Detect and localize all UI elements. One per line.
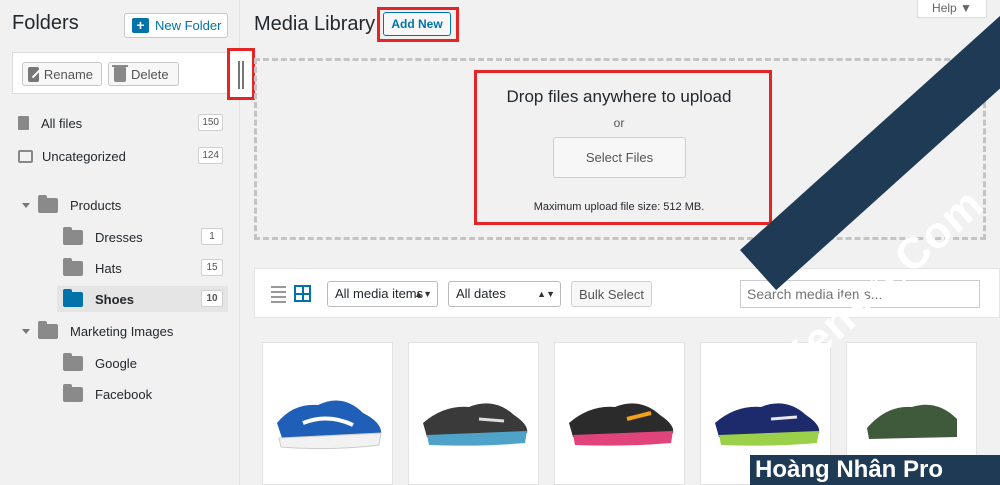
sidebar-item-uncategorized[interactable]: Uncategorized 124 — [18, 143, 223, 169]
folder-icon — [38, 194, 58, 213]
folder-label: Facebook — [95, 386, 153, 402]
pencil-icon — [28, 66, 39, 82]
folder-icon — [63, 288, 83, 307]
all-files-count: 150 — [198, 114, 223, 131]
media-type-value: All media items — [335, 286, 424, 301]
media-type-select[interactable]: All media items ▲▼ — [327, 281, 438, 307]
plus-icon: + — [132, 18, 149, 33]
delete-button[interactable]: Delete — [108, 62, 179, 86]
shoe-image — [423, 403, 528, 446]
folder-label: Dresses — [95, 229, 143, 245]
folder-label: Marketing Images — [70, 323, 174, 339]
folder-dresses[interactable]: Dresses 1 — [63, 224, 223, 250]
shoe-image — [569, 403, 674, 446]
watermark-bottom: Hoàng Nhân Pro — [750, 455, 1000, 485]
grip-line — [242, 61, 244, 89]
delete-label: Delete — [131, 66, 169, 82]
dates-select[interactable]: All dates ▲▼ — [448, 281, 561, 307]
folder-label: Hats — [95, 260, 122, 276]
sidebar-resize-handle[interactable] — [227, 48, 255, 100]
drop-title: Drop files anywhere to upload — [506, 87, 732, 106]
folders-sidebar: Folders + New Folder Rename Delete All f… — [0, 0, 240, 485]
folder-icon — [63, 226, 83, 245]
folder-label: Products — [70, 197, 122, 213]
grid-view-icon[interactable] — [294, 285, 311, 302]
select-files-button[interactable]: Select Files — [553, 137, 686, 178]
folder-icon — [38, 320, 58, 339]
rename-button[interactable]: Rename — [22, 62, 102, 86]
uncategorized-count: 124 — [198, 147, 223, 164]
inbox-icon — [18, 149, 33, 163]
sidebar-title: Folders — [12, 12, 79, 34]
folder-shoes[interactable]: Shoes 10 — [57, 286, 228, 312]
all-files-label: All files — [41, 115, 83, 131]
media-thumbnail[interactable] — [554, 342, 685, 485]
folder-icon — [63, 257, 83, 276]
grip-line — [238, 61, 240, 89]
media-thumbnail[interactable] — [262, 342, 393, 485]
file-icon — [18, 116, 29, 130]
bulk-select-button[interactable]: Bulk Select — [571, 281, 652, 307]
help-tab[interactable]: Help ▼ — [917, 0, 987, 18]
folder-hats[interactable]: Hats 15 — [63, 255, 223, 281]
media-thumbnail[interactable] — [408, 342, 539, 485]
folder-marketing-images[interactable]: Marketing Images — [22, 318, 227, 344]
drop-or: or — [613, 116, 625, 130]
folder-label: Shoes — [95, 291, 135, 307]
folder-facebook[interactable]: Facebook — [63, 381, 223, 407]
add-new-button[interactable]: Add New — [383, 12, 451, 36]
folder-icon — [63, 352, 83, 371]
folder-icon — [63, 383, 83, 402]
shoe-image — [277, 400, 382, 450]
sidebar-item-all-files[interactable]: All files 150 — [18, 110, 223, 136]
new-folder-button[interactable]: + New Folder — [124, 13, 228, 38]
trash-icon — [112, 64, 128, 82]
shoe-image — [715, 403, 820, 446]
rename-label: Rename — [43, 66, 93, 82]
caret-down-icon[interactable] — [22, 202, 30, 208]
folder-products[interactable]: Products — [22, 192, 227, 218]
folder-toolbar: Rename Delete — [12, 52, 238, 94]
new-folder-label: New Folder — [155, 18, 222, 33]
uncategorized-label: Uncategorized — [42, 148, 126, 164]
folder-count: 10 — [201, 290, 223, 307]
folder-count: 1 — [201, 228, 223, 245]
folder-label: Google — [95, 355, 137, 371]
caret-down-icon[interactable] — [22, 328, 30, 334]
updown-arrow-icon: ▲▼ — [537, 289, 555, 299]
shoe-image — [867, 404, 957, 439]
folder-google[interactable]: Google — [63, 350, 223, 376]
updown-arrow-icon: ▲▼ — [414, 289, 432, 299]
max-upload-size: Maximum upload file size: 512 MB. — [533, 201, 705, 213]
dates-value: All dates — [456, 286, 506, 301]
folder-count: 15 — [201, 259, 223, 276]
page-title: Media Library — [254, 13, 376, 35]
list-view-icon[interactable] — [271, 286, 286, 303]
